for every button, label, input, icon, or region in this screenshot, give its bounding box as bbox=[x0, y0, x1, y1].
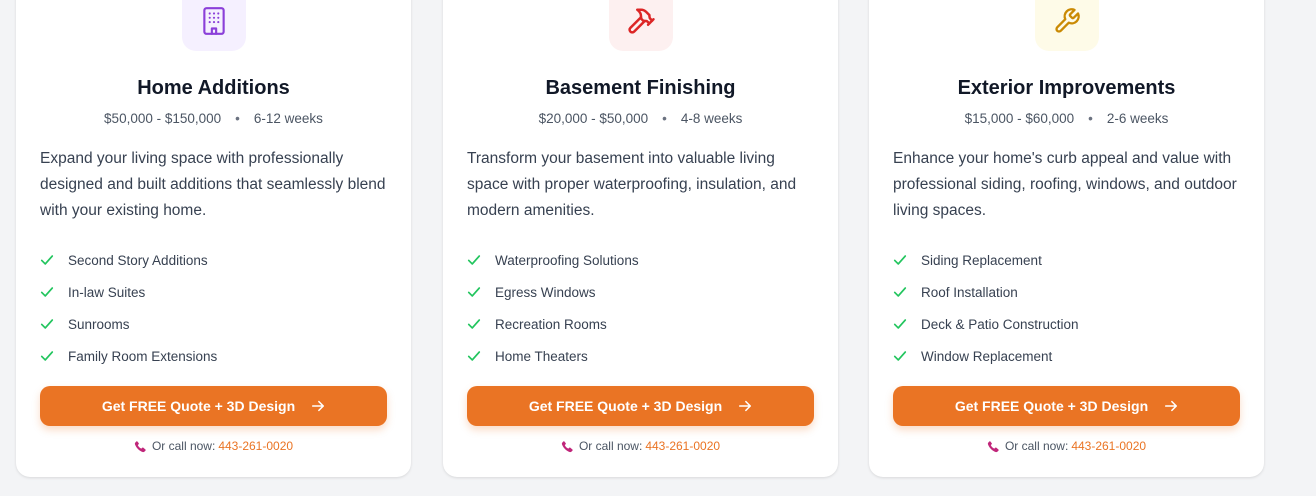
feature-label: Sunrooms bbox=[68, 316, 130, 332]
call-now-line: Or call now: 443-261-0020 bbox=[16, 439, 411, 453]
card-title: Basement Finishing bbox=[545, 77, 736, 99]
phone-link[interactable]: 443-261-0020 bbox=[218, 439, 293, 453]
feature-label: Roof Installation bbox=[921, 284, 1018, 300]
feature-item: Second Story Additions bbox=[40, 244, 217, 276]
feature-label: Family Room Extensions bbox=[68, 348, 218, 364]
feature-item: Family Room Extensions bbox=[40, 340, 217, 372]
service-cards: Home Additions $50,000 - $150,000 • 6-12 w… bbox=[0, 0, 1316, 496]
button-label: Get FREE Quote + 3D Design bbox=[101, 398, 296, 414]
check-icon bbox=[40, 351, 54, 361]
price-range: $50,000 - $150,000 bbox=[104, 111, 222, 126]
feature-label: Recreation Rooms bbox=[495, 316, 607, 332]
duration: 2-6 weeks bbox=[1106, 111, 1169, 126]
phone-icon bbox=[561, 440, 573, 452]
duration: 6-12 weeks bbox=[253, 111, 323, 126]
meta-separator: • bbox=[1088, 111, 1093, 126]
icon-badge bbox=[181, 0, 246, 51]
feature-list: Second Story Additions In-law Suites Sun… bbox=[40, 244, 217, 372]
card-meta: $15,000 - $60,000 • 2-6 weeks bbox=[869, 111, 1264, 126]
check-icon bbox=[893, 351, 907, 361]
check-icon bbox=[893, 319, 907, 329]
card-meta: $20,000 - $50,000 • 4-8 weeks bbox=[443, 111, 838, 126]
call-label: Or call now: bbox=[151, 439, 216, 453]
call-now-line: Or call now: 443-261-0020 bbox=[869, 439, 1264, 453]
meta-separator: • bbox=[235, 111, 240, 126]
feature-label: Window Replacement bbox=[921, 348, 1053, 364]
feature-item: Home Theaters bbox=[467, 340, 639, 372]
feature-item: Recreation Rooms bbox=[467, 308, 639, 340]
get-quote-button[interactable]: Get FREE Quote + 3D Design bbox=[467, 386, 814, 426]
check-icon bbox=[467, 319, 481, 329]
feature-label: Egress Windows bbox=[495, 284, 596, 300]
call-label: Or call now: bbox=[578, 439, 643, 453]
feature-item: Siding Replacement bbox=[893, 244, 1079, 276]
call-now-line: Or call now: 443-261-0020 bbox=[443, 439, 838, 453]
arrow-right-icon bbox=[739, 400, 752, 412]
feature-item: Waterproofing Solutions bbox=[467, 244, 639, 276]
card-title: Exterior Improvements bbox=[957, 77, 1176, 99]
card-description: Transform your basement into valuable li… bbox=[467, 150, 797, 219]
check-icon bbox=[467, 351, 481, 361]
feature-label: In-law Suites bbox=[68, 284, 146, 300]
building-icon bbox=[202, 6, 225, 35]
feature-label: Deck & Patio Construction bbox=[921, 316, 1079, 332]
check-icon bbox=[40, 255, 54, 265]
card-description: Expand your living space with profession… bbox=[40, 150, 386, 219]
phone-icon bbox=[134, 440, 146, 452]
phone-link[interactable]: 443-261-0020 bbox=[645, 439, 720, 453]
check-icon bbox=[893, 255, 907, 265]
service-card-home-additions: Home Additions $50,000 - $150,000 • 6-12 w… bbox=[16, 0, 411, 477]
check-icon bbox=[40, 287, 54, 297]
feature-list: Siding Replacement Roof Installation Dec… bbox=[893, 244, 1079, 372]
service-card-exterior-improvements: Exterior Improvements $15,000 - $60,000 •… bbox=[869, 0, 1264, 477]
feature-label: Home Theaters bbox=[495, 348, 588, 364]
wrench-icon bbox=[1054, 7, 1080, 33]
feature-item: Egress Windows bbox=[467, 276, 639, 308]
check-icon bbox=[40, 319, 54, 329]
icon-badge bbox=[608, 0, 673, 51]
feature-label: Siding Replacement bbox=[921, 252, 1042, 268]
get-quote-button[interactable]: Get FREE Quote + 3D Design bbox=[40, 386, 387, 426]
feature-item: Roof Installation bbox=[893, 276, 1079, 308]
button-label: Get FREE Quote + 3D Design bbox=[954, 398, 1149, 414]
feature-item: Sunrooms bbox=[40, 308, 217, 340]
call-label: Or call now: bbox=[1004, 439, 1069, 453]
check-icon bbox=[893, 287, 907, 297]
feature-list: Waterproofing Solutions Egress Windows R… bbox=[467, 244, 639, 372]
feature-item: Deck & Patio Construction bbox=[893, 308, 1079, 340]
card-title: Home Additions bbox=[137, 77, 290, 99]
arrow-right-icon bbox=[312, 400, 325, 412]
price-range: $15,000 - $60,000 bbox=[964, 111, 1075, 126]
card-description: Enhance your home's curb appeal and valu… bbox=[893, 150, 1237, 219]
check-icon bbox=[467, 287, 481, 297]
card-meta: $50,000 - $150,000 • 6-12 weeks bbox=[16, 111, 411, 126]
phone-link[interactable]: 443-261-0020 bbox=[1071, 439, 1146, 453]
button-label: Get FREE Quote + 3D Design bbox=[528, 398, 723, 414]
arrow-right-icon bbox=[1165, 400, 1178, 412]
service-card-basement-finishing: Basement Finishing $20,000 - $50,000 • 4-8… bbox=[443, 0, 838, 477]
icon-badge bbox=[1034, 0, 1099, 51]
meta-separator: • bbox=[662, 111, 667, 126]
feature-label: Waterproofing Solutions bbox=[495, 252, 639, 268]
check-icon bbox=[467, 255, 481, 265]
get-quote-button[interactable]: Get FREE Quote + 3D Design bbox=[893, 386, 1240, 426]
feature-item: Window Replacement bbox=[893, 340, 1079, 372]
phone-icon bbox=[987, 440, 999, 452]
price-range: $20,000 - $50,000 bbox=[538, 111, 649, 126]
feature-label: Second Story Additions bbox=[68, 252, 208, 268]
duration: 4-8 weeks bbox=[680, 111, 743, 126]
feature-item: In-law Suites bbox=[40, 276, 217, 308]
hammer-icon bbox=[627, 7, 655, 34]
